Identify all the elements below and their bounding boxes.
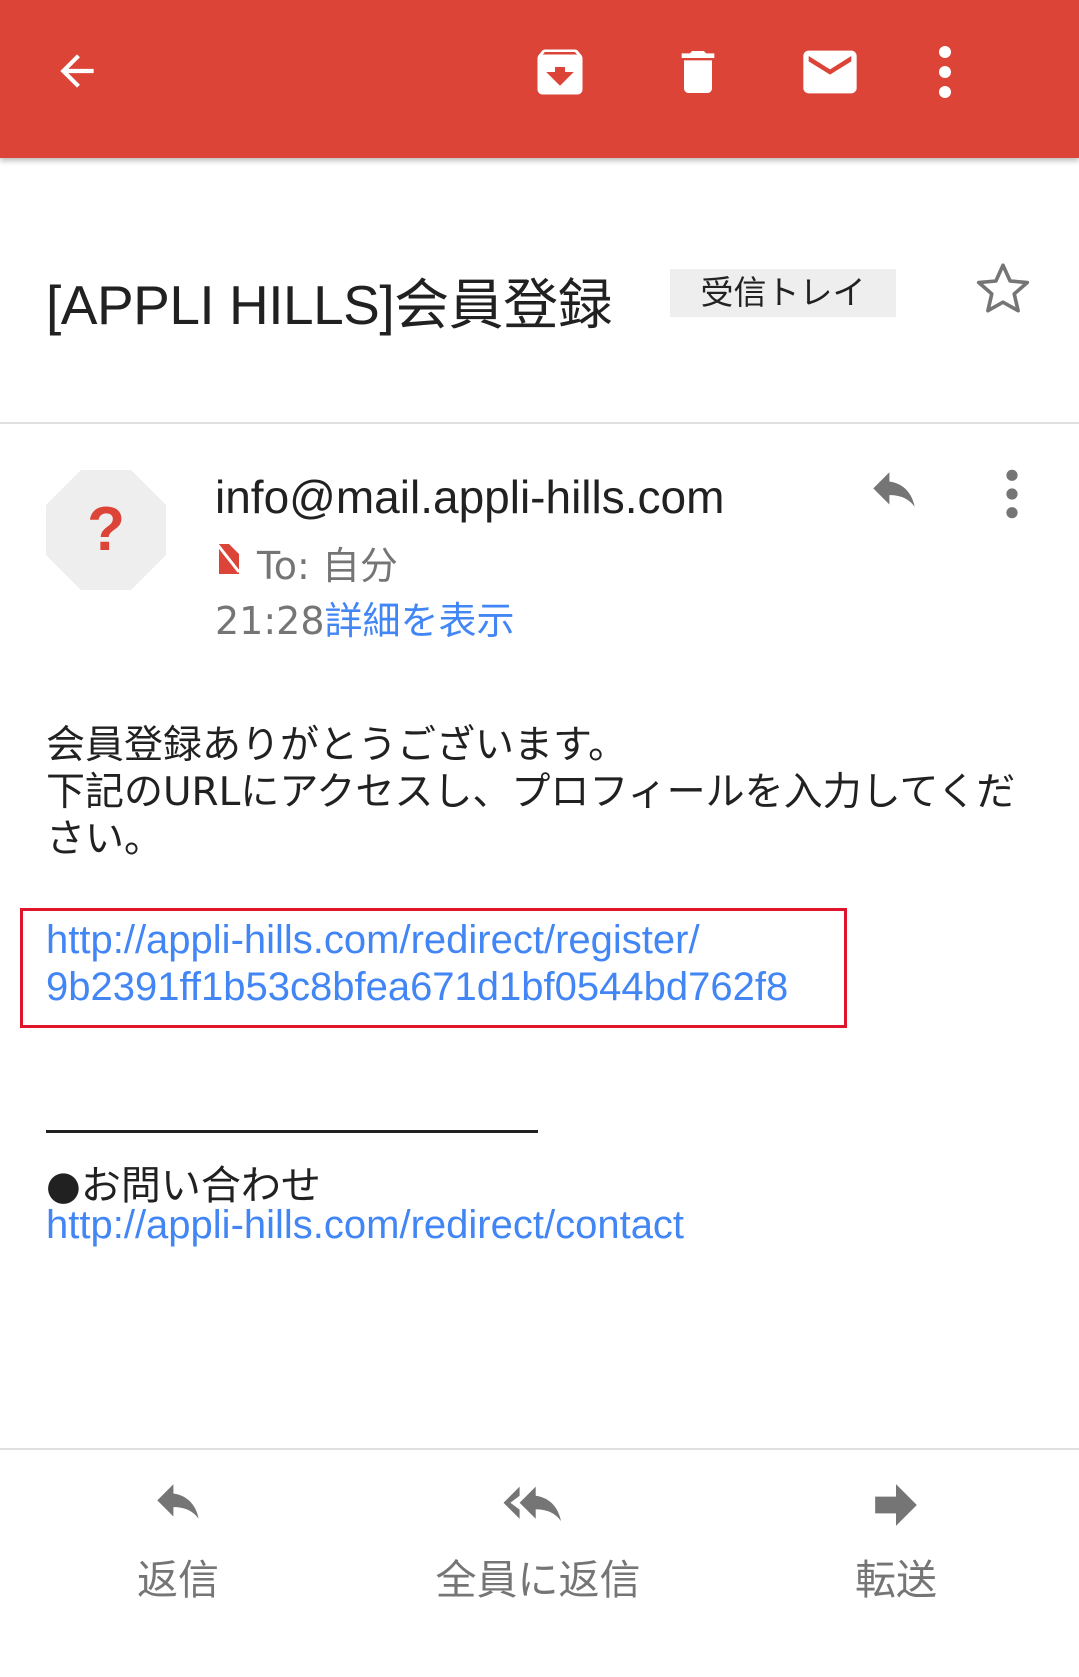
time-row: 21:28詳細を表示 [215, 590, 515, 645]
separator-line [46, 1130, 538, 1133]
recipient-text: To: 自分 [257, 544, 398, 588]
inbox-label-chip[interactable]: 受信トレイ [670, 269, 896, 317]
sender-avatar[interactable]: ? [46, 470, 166, 594]
archive-icon[interactable] [530, 42, 590, 106]
reply-all-button[interactable]: 全員に返信 [408, 1482, 668, 1606]
forward-label: 転送 [855, 1556, 937, 1604]
message-body: 会員登録ありがとうございます。 下記のURLにアクセスし、プロフィールを入力して… [46, 723, 1016, 862]
back-arrow-icon[interactable] [52, 46, 102, 100]
important-marker-icon [215, 541, 243, 585]
svg-text:?: ? [87, 495, 125, 564]
divider [0, 1448, 1079, 1450]
star-icon[interactable] [972, 258, 1034, 324]
app-bar [0, 0, 1079, 158]
register-link[interactable]: http://appli-hills.com/redirect/register… [46, 917, 788, 1011]
message-more-icon[interactable] [1000, 466, 1024, 526]
reply-icon [150, 1484, 206, 1532]
reply-all-label: 全員に返信 [435, 1556, 641, 1604]
recipient-row: To: 自分 [215, 535, 398, 590]
reply-all-icon [501, 1486, 575, 1532]
delete-icon[interactable] [670, 42, 726, 106]
forward-button[interactable]: 転送 [766, 1482, 1026, 1606]
more-vert-icon[interactable] [930, 42, 960, 106]
message-time: 21:28 [215, 599, 325, 643]
email-subject: [APPLI HILLS]会員登録 [46, 274, 613, 336]
reply-button[interactable]: 返信 [48, 1482, 308, 1606]
contact-link[interactable]: http://appli-hills.com/redirect/contact [46, 1203, 684, 1248]
reply-label: 返信 [137, 1556, 219, 1604]
show-details-link[interactable]: 詳細を表示 [325, 599, 515, 643]
subject-row: [APPLI HILLS]会員登録 受信トレイ [0, 158, 1079, 423]
sender-address: info@mail.appli-hills.com [215, 471, 725, 523]
reply-icon[interactable] [866, 470, 922, 520]
mark-unread-icon[interactable] [798, 40, 862, 108]
divider [0, 422, 1079, 424]
forward-icon [871, 1484, 921, 1532]
